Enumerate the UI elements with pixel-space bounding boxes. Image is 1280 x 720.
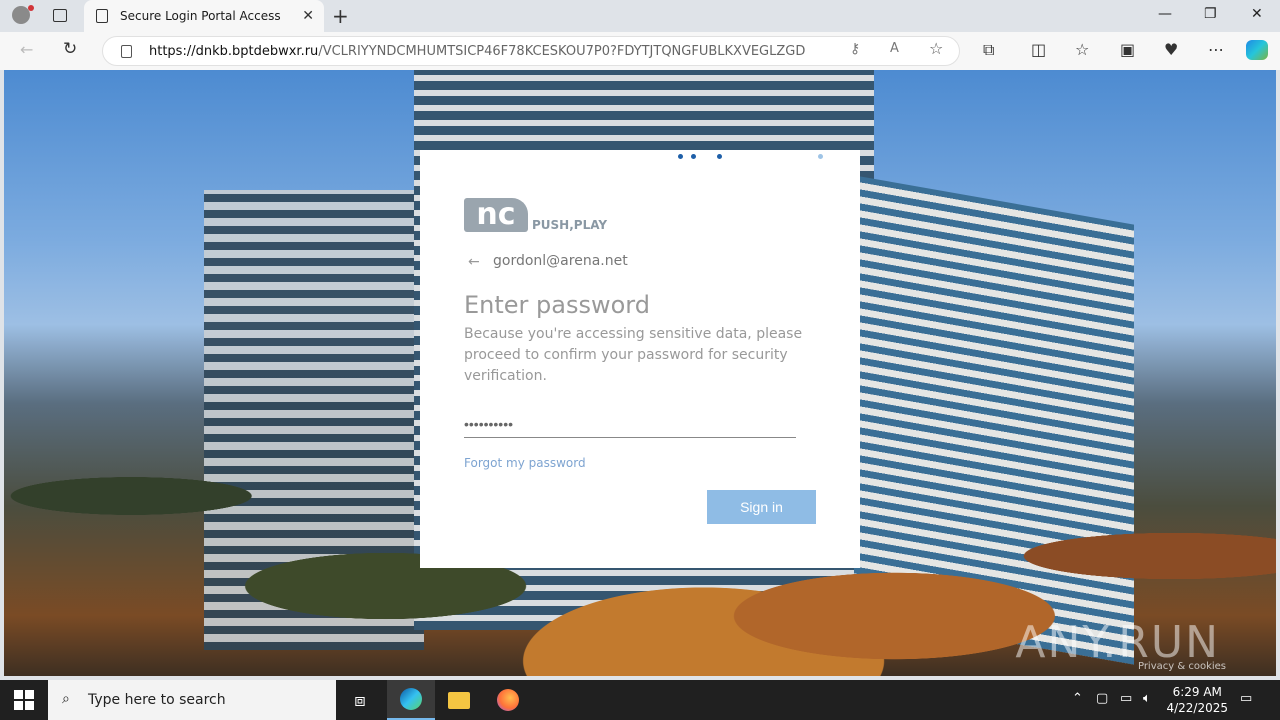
- network-icon[interactable]: ▭: [1120, 691, 1132, 706]
- performance-icon[interactable]: ♥: [1164, 40, 1178, 59]
- loading-dot: [678, 154, 683, 159]
- privacy-link[interactable]: Privacy & cookies: [1138, 661, 1226, 672]
- favorites-icon[interactable]: ☆: [1075, 40, 1089, 59]
- windows-start-icon[interactable]: [14, 690, 34, 710]
- brand-logo: nc PUSH,PLAY: [464, 198, 607, 232]
- refresh-icon[interactable]: ↻: [63, 39, 77, 59]
- notifications-icon[interactable]: ▭: [1240, 691, 1252, 706]
- brand-mark: nc: [464, 198, 528, 232]
- clock-time: 6:29 AM: [1172, 685, 1222, 699]
- tab-actions-icon[interactable]: [53, 9, 67, 22]
- system-clock[interactable]: 6:29 AM 4/22/2025: [1166, 684, 1228, 716]
- forgot-password-link[interactable]: Forgot my password: [464, 456, 586, 470]
- account-email: gordonl@arena.net: [493, 253, 628, 269]
- firefox-icon[interactable]: [484, 680, 532, 720]
- close-tab-icon[interactable]: ✕: [302, 8, 314, 24]
- brand-tagline: PUSH,PLAY: [532, 218, 608, 232]
- extensions-icon[interactable]: ⧉: [983, 40, 994, 60]
- minimize-icon[interactable]: —: [1158, 6, 1172, 22]
- tab-secure-login[interactable]: Secure Login Portal Access ✕: [84, 0, 324, 32]
- description-text: Because you're accessing sensitive data,…: [464, 326, 803, 384]
- taskbar-search[interactable]: ⌕ Type here to search: [48, 680, 336, 720]
- back-icon[interactable]: ←: [20, 40, 33, 59]
- notification-dot: [28, 5, 34, 11]
- loading-dot: [818, 154, 823, 159]
- url-path: /VCLRIYYNDCMHUMTSICP46F78KCESKOU7P0?FDYT…: [318, 43, 806, 59]
- more-icon[interactable]: ⋯: [1208, 40, 1224, 59]
- loading-dots: [420, 154, 860, 160]
- favorite-icon[interactable]: ☆: [929, 39, 943, 58]
- sign-in-button[interactable]: Sign in: [707, 490, 816, 524]
- tab-title: Secure Login Portal Access: [120, 9, 281, 23]
- new-tab-button[interactable]: +: [332, 4, 349, 28]
- page-title: Enter password: [464, 291, 650, 319]
- search-placeholder: Type here to search: [88, 692, 226, 708]
- network-device-icon[interactable]: ▢: [1096, 691, 1108, 706]
- lock-icon[interactable]: [121, 45, 132, 58]
- taskbar: ⌕ Type here to search ⧈ ⌃ ▢ ▭ 🔈︎ 6:29 AM…: [0, 680, 1280, 720]
- read-aloud-icon[interactable]: A: [890, 41, 899, 56]
- task-view-icon[interactable]: ⧈: [336, 680, 384, 720]
- tab-strip: Secure Login Portal Access ✕ + — ❐ ✕: [0, 0, 1280, 32]
- volume-icon[interactable]: 🔈︎: [1143, 691, 1151, 706]
- edge-icon[interactable]: [387, 680, 435, 720]
- url-field[interactable]: https://dnkb.bptdebwxr.ru/VCLRIYYNDCMHUM…: [102, 36, 960, 66]
- back-arrow-icon[interactable]: ←: [468, 254, 480, 270]
- login-card: nc PUSH,PLAY ← gordonl@arena.net Enter p…: [420, 150, 860, 568]
- url-host: https://dnkb.bptdebwxr.ru: [149, 43, 319, 59]
- key-icon[interactable]: ⚷: [850, 41, 860, 57]
- page-icon: [96, 9, 108, 23]
- password-field[interactable]: [464, 402, 796, 438]
- page-viewport: nc PUSH,PLAY ← gordonl@arena.net Enter p…: [4, 70, 1276, 676]
- close-window-icon[interactable]: ✕: [1251, 6, 1263, 22]
- loading-dot: [691, 154, 696, 159]
- split-screen-icon[interactable]: ◫: [1031, 40, 1046, 59]
- chevron-up-icon[interactable]: ⌃: [1072, 691, 1083, 706]
- clock-date: 4/22/2025: [1166, 701, 1228, 715]
- collections-icon[interactable]: ▣: [1120, 40, 1135, 59]
- restore-icon[interactable]: ❐: [1204, 6, 1217, 22]
- file-explorer-icon[interactable]: [435, 680, 483, 720]
- search-icon: ⌕: [62, 691, 70, 707]
- loading-dot: [717, 154, 722, 159]
- copilot-icon[interactable]: [1246, 40, 1268, 60]
